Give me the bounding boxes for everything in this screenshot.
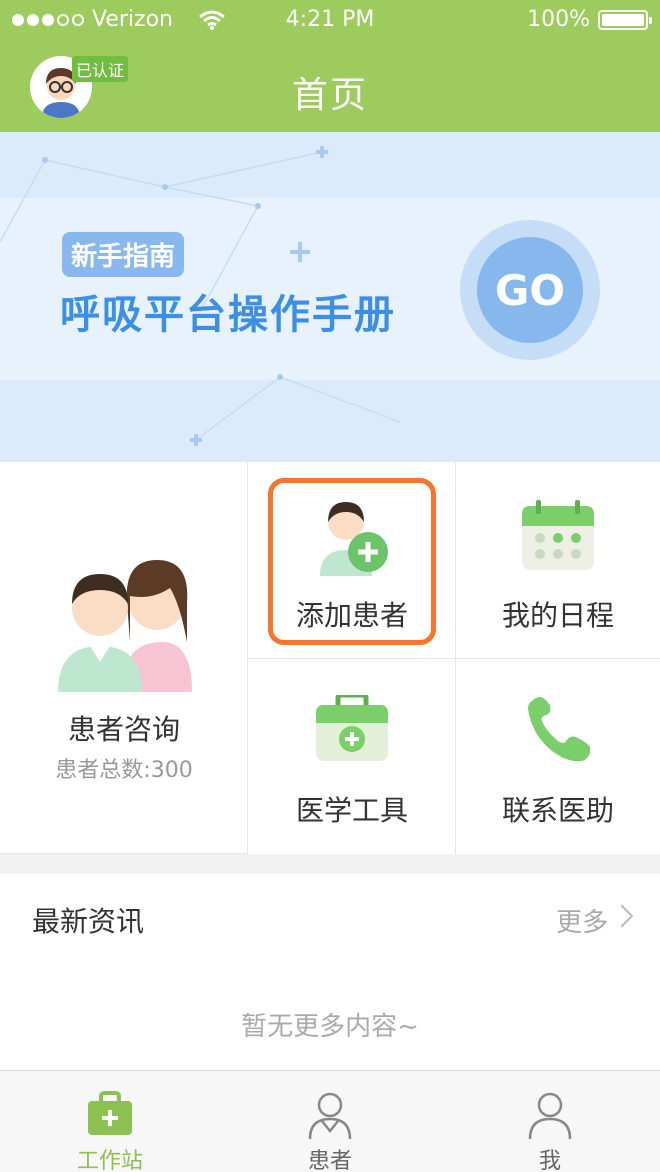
- medical-kit-icon: [88, 1091, 132, 1135]
- news-more-link[interactable]: 更多: [556, 902, 608, 939]
- patients-consult-icon: [58, 560, 192, 692]
- battery-icon: [598, 10, 652, 30]
- contact-assistant-label: 联系医助: [501, 794, 614, 827]
- person-icon: [528, 1092, 572, 1140]
- medical-tools-label: 医学工具: [295, 794, 408, 827]
- guide-banner[interactable]: 新手指南 呼吸平台操作手册 GO: [0, 132, 660, 462]
- add-patient-highlight: [268, 478, 436, 645]
- phone-icon: [528, 697, 590, 762]
- medical-kit-icon: [316, 695, 388, 761]
- page-title: 首页: [291, 75, 368, 116]
- status-bar: Verizon 4:21 PM 100%: [0, 0, 660, 40]
- news-title: 最新资讯: [32, 905, 145, 938]
- tab-patients[interactable]: 患者: [220, 1071, 440, 1172]
- medical-tools-tile[interactable]: 医学工具: [248, 659, 456, 854]
- patient-consult-tile[interactable]: 患者咨询 患者总数:300: [0, 462, 248, 854]
- my-schedule-label: 我的日程: [501, 599, 614, 632]
- tab-label: 工作站: [76, 1149, 143, 1172]
- patients-icon: [308, 1092, 352, 1140]
- calendar-icon: [522, 500, 594, 570]
- chevron-right-icon[interactable]: [610, 904, 634, 928]
- patient-consult-label: 患者咨询: [67, 713, 180, 746]
- contact-assistant-tile[interactable]: 联系医助: [456, 659, 660, 854]
- tab-label: 我: [538, 1149, 561, 1172]
- news-empty-text: 暂无更多内容~: [241, 1012, 419, 1042]
- tab-bar: 工作站 患者 我: [0, 1070, 660, 1172]
- battery-percent: 100%: [527, 7, 590, 32]
- top-bar: Verizon 4:21 PM 100% 已认证 首页: [0, 0, 660, 132]
- function-grid: 患者咨询 患者总数:300 添加患者 我的日程 医学工具 联系医助: [0, 462, 660, 854]
- tab-label: 患者: [307, 1149, 352, 1172]
- tab-me[interactable]: 我: [440, 1071, 660, 1172]
- guide-tag: 新手指南: [62, 232, 185, 277]
- my-schedule-tile[interactable]: 我的日程: [456, 462, 660, 659]
- patient-total-count: 患者总数:300: [55, 758, 193, 783]
- banner-headline: 呼吸平台操作手册: [60, 292, 396, 338]
- go-button[interactable]: GO: [477, 237, 583, 343]
- tab-workstation[interactable]: 工作站: [0, 1071, 220, 1172]
- news-section: 最新资讯 更多 暂无更多内容~: [0, 874, 660, 1070]
